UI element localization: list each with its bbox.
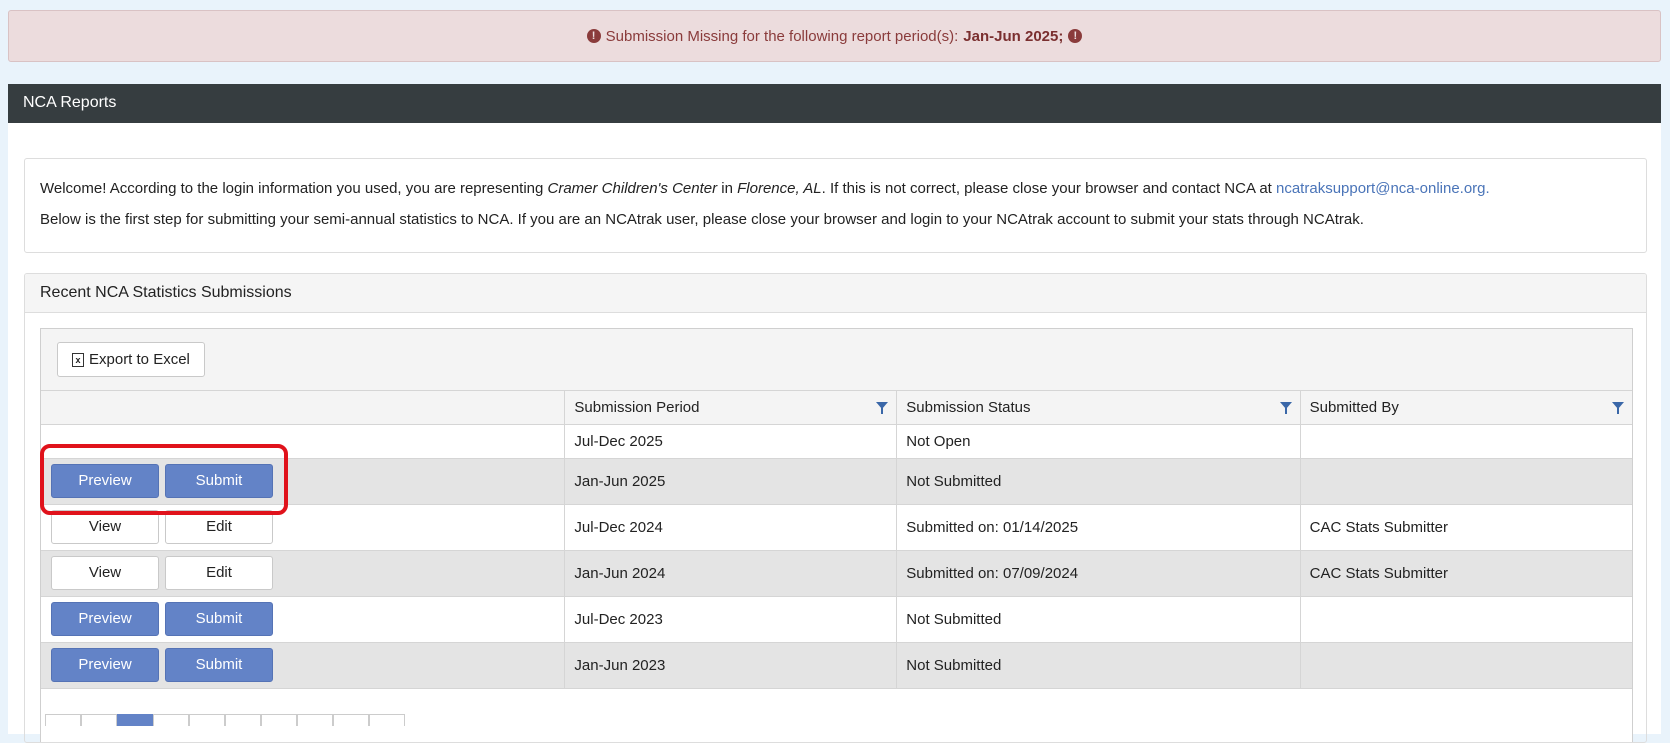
pager-page-current[interactable] — [117, 714, 153, 726]
alert-periods: Jan-Jun 2025; — [963, 27, 1064, 45]
cell-status: Submitted on: 01/14/2025 — [896, 504, 1301, 551]
table-header-row: Submission Period Submission Status Subm… — [41, 391, 1632, 425]
row-actions: View Edit — [41, 504, 566, 551]
exclamation-circle-icon: ! — [586, 29, 601, 43]
pager-button[interactable] — [261, 714, 297, 726]
pagination — [45, 714, 405, 726]
cell-status: Submitted on: 07/09/2024 — [896, 550, 1301, 597]
support-email-link[interactable]: ncatraksupport@nca-online.org. — [1276, 180, 1490, 197]
cell-period: Jan-Jun 2025 — [564, 458, 898, 505]
row-actions: Preview Submit — [41, 642, 566, 689]
actions-header — [41, 391, 566, 425]
pager-button[interactable] — [333, 714, 369, 726]
preview-button[interactable]: Preview — [51, 648, 159, 682]
filter-icon[interactable] — [1279, 402, 1292, 414]
center-location: Florence, AL — [737, 180, 822, 197]
welcome-line-2: Below is the first step for submitting y… — [40, 211, 1364, 228]
filter-icon[interactable] — [876, 402, 889, 414]
preview-button[interactable]: Preview — [51, 464, 159, 498]
column-header-submission-period[interactable]: Submission Period — [564, 391, 898, 425]
row-actions: View Edit — [41, 550, 566, 597]
alert-text: Submission Missing for the following rep… — [605, 27, 959, 45]
center-name: Cramer Children's Center — [547, 180, 718, 197]
view-button[interactable]: View — [51, 556, 159, 590]
welcome-line-1: Welcome! According to the login informat… — [40, 173, 1631, 204]
pager-button[interactable] — [153, 714, 189, 726]
pager-button[interactable] — [45, 714, 81, 726]
pager-button[interactable] — [225, 714, 261, 726]
view-button[interactable]: View — [51, 510, 159, 544]
cell-status: Not Submitted — [896, 458, 1301, 505]
cell-period: Jul-Dec 2023 — [564, 596, 898, 643]
column-header-label: Submission Status — [906, 398, 1031, 416]
submit-button[interactable]: Submit — [165, 464, 273, 498]
edit-button[interactable]: Edit — [165, 510, 273, 544]
excel-file-icon: x — [72, 352, 84, 367]
pager-button[interactable] — [189, 714, 225, 726]
export-to-excel-button[interactable]: x Export to Excel — [57, 342, 205, 377]
table-row: Preview Submit Jan-Jun 2023 Not Submitted — [41, 642, 1632, 689]
welcome-text: . If this is not correct, please close y… — [821, 180, 1276, 197]
filter-icon[interactable] — [1612, 402, 1624, 414]
welcome-text: Welcome! According to the login informat… — [40, 180, 548, 197]
cell-status: Not Submitted — [896, 596, 1301, 643]
welcome-box: Welcome! According to the login informat… — [24, 158, 1647, 253]
panel-title: NCA Reports — [8, 84, 1661, 123]
cell-submitted-by — [1300, 596, 1632, 643]
cell-period: Jan-Jun 2023 — [564, 642, 898, 689]
cell-status: Not Submitted — [896, 642, 1301, 689]
cell-period: Jul-Dec 2025 — [564, 424, 898, 459]
table-row: Preview Submit Jul-Dec 2023 Not Submitted — [41, 596, 1632, 643]
recent-submissions-box: Recent NCA Statistics Submissions x Expo… — [24, 273, 1647, 743]
recent-submissions-title: Recent NCA Statistics Submissions — [25, 274, 1646, 313]
submit-button[interactable]: Submit — [165, 602, 273, 636]
grid-toolbar: x Export to Excel — [41, 329, 1632, 391]
column-header-submitted-by[interactable]: Submitted By — [1300, 391, 1632, 425]
submissions-grid: x Export to Excel Submission Period Subm… — [40, 328, 1633, 742]
table-row: View Edit Jan-Jun 2024 Submitted on: 07/09/… — [41, 550, 1632, 597]
submissions-table: Submission Period Submission Status Subm… — [41, 391, 1632, 689]
nca-reports-panel: NCA Reports Welcome! According to the lo… — [8, 84, 1661, 743]
cell-submitted-by: CAC Stats Submitter — [1300, 550, 1632, 597]
column-header-label: Submitted By — [1309, 398, 1399, 416]
cell-period: Jan-Jun 2024 — [564, 550, 898, 597]
cell-submitted-by — [1300, 642, 1632, 689]
table-row: Jul-Dec 2025 Not Open — [41, 424, 1632, 459]
table-row: View Edit Jul-Dec 2024 Submitted on: 01/14/… — [41, 504, 1632, 551]
column-header-label: Submission Period — [574, 398, 700, 416]
pager-button[interactable] — [81, 714, 117, 726]
row-actions — [41, 424, 566, 459]
export-label: Export to Excel — [89, 351, 190, 368]
pager-button[interactable] — [297, 714, 333, 726]
missing-submission-alert: ! Submission Missing for the following r… — [8, 10, 1661, 62]
row-actions: Preview Submit — [41, 458, 566, 505]
welcome-text: in — [717, 180, 738, 197]
preview-button[interactable]: Preview — [51, 602, 159, 636]
row-actions: Preview Submit — [41, 596, 566, 643]
cell-period: Jul-Dec 2024 — [564, 504, 898, 551]
table-row: Preview Submit Jan-Jun 2025 Not Submitted — [41, 458, 1632, 505]
cell-submitted-by — [1300, 424, 1632, 459]
cell-submitted-by: CAC Stats Submitter — [1300, 504, 1632, 551]
edit-button[interactable]: Edit — [165, 556, 273, 590]
pager-button[interactable] — [369, 714, 405, 726]
submit-button[interactable]: Submit — [165, 648, 273, 682]
exclamation-circle-icon: ! — [1068, 29, 1083, 43]
cell-status: Not Open — [896, 424, 1301, 459]
column-header-submission-status[interactable]: Submission Status — [896, 391, 1301, 425]
cell-submitted-by — [1300, 458, 1632, 505]
